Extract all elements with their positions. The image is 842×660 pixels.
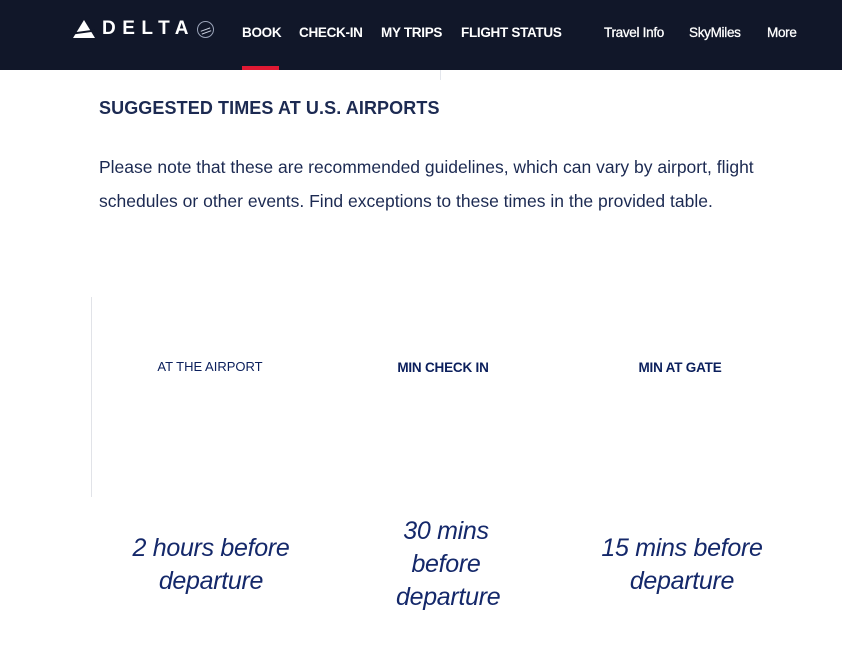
header-min-at-gate: MIN AT GATE [638, 360, 722, 375]
delta-widget-icon [73, 20, 95, 38]
nav-book[interactable]: BOOK [242, 25, 282, 41]
nav-more[interactable]: More [767, 25, 797, 41]
nav-flight-status[interactable]: FLIGHT STATUS [461, 25, 562, 41]
active-tab-indicator [242, 66, 279, 70]
divider [440, 70, 441, 80]
delta-logo[interactable]: DELTA [73, 18, 215, 39]
value-min-at-gate: 15 mins before departure [601, 534, 763, 595]
header-min-check-in: MIN CHECK IN [397, 360, 489, 375]
guideline-note: Please note that these are recommended g… [99, 157, 754, 211]
globe-seal-icon [197, 20, 215, 38]
brand-name: DELTA [102, 18, 196, 39]
top-navigation: DELTA BOOK CHECK-IN MY TRIPS FLIGHT STAT… [0, 0, 842, 70]
header-at-the-airport: AT THE AIRPORT [157, 359, 263, 374]
value-min-check-in: 30 mins before departure [396, 517, 501, 611]
column-divider [91, 297, 92, 497]
section-heading: SUGGESTED TIMES AT U.S. AIRPORTS [99, 98, 440, 118]
value-at-the-airport: 2 hours before departure [132, 534, 290, 595]
nav-check-in[interactable]: CHECK-IN [299, 25, 363, 41]
nav-my-trips[interactable]: MY TRIPS [381, 25, 442, 41]
nav-travel-info[interactable]: Travel Info [604, 25, 665, 41]
nav-skymiles[interactable]: SkyMiles [689, 25, 741, 41]
